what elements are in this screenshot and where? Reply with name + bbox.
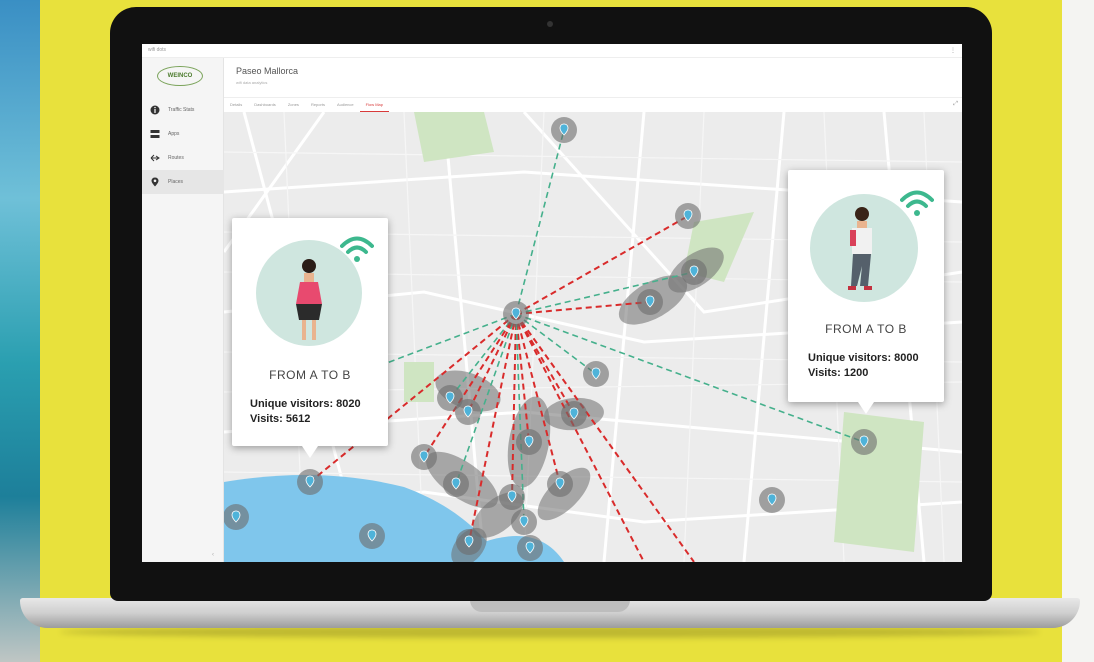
app-topbar: wifi dots ⋮ <box>142 44 962 58</box>
collapse-icon[interactable]: ‹ <box>212 552 214 558</box>
sidebar-item-apps[interactable]: Apps <box>142 122 224 146</box>
background-right <box>1062 0 1094 662</box>
zone-pin-icon <box>224 504 249 530</box>
wifi-icon <box>340 236 374 262</box>
zone-pin-icon <box>551 117 577 143</box>
sidebar-item-routes[interactable]: Routes <box>142 146 224 170</box>
zone-pin-icon <box>675 203 701 229</box>
popup-pointer <box>858 402 874 414</box>
tab-zones[interactable]: Zones <box>282 98 305 112</box>
background-sea <box>0 0 40 662</box>
zone-pin-icon <box>681 259 707 285</box>
popup-left: FROM A TO B Unique visitors: 8020 Visits… <box>232 218 388 458</box>
route-icon <box>150 153 160 163</box>
park-area <box>834 412 924 552</box>
visits-stat: Visits: 5612 <box>250 413 311 425</box>
sidebar: WEINCO Traffic Stats Apps Routes Places <box>142 58 224 562</box>
popup-pointer <box>302 446 318 458</box>
page-subtitle: wifi data analytics <box>236 80 268 85</box>
tab-bar: Details Dashboards Zones Reports Audienc… <box>224 98 962 112</box>
popup-right: FROM A TO B Unique visitors: 8000 Visits… <box>788 170 944 414</box>
pin-icon <box>150 177 160 187</box>
sidebar-item-traffic-stats[interactable]: Traffic Stats <box>142 98 224 122</box>
zone-pin-icon <box>443 471 469 497</box>
laptop-notch <box>470 600 630 612</box>
expand-icon[interactable]: ⤢ <box>953 101 958 108</box>
zone-pin-icon <box>503 301 529 327</box>
tab-audience[interactable]: Audience <box>331 98 360 112</box>
wifi-icon <box>900 190 934 216</box>
visits-stat: Visits: 1200 <box>808 367 869 379</box>
sidebar-item-label: Apps <box>168 131 180 137</box>
zone-pin-icon <box>851 429 877 455</box>
page-title: Paseo Mallorca <box>236 66 299 76</box>
popup-heading: FROM A TO B <box>825 322 907 336</box>
sidebar-item-places[interactable]: Places <box>142 170 224 194</box>
camera-icon <box>547 21 553 27</box>
park-area <box>404 362 434 402</box>
more-icon[interactable]: ⋮ <box>950 47 956 54</box>
sidebar-item-label: Routes <box>168 155 184 161</box>
zone-pin-icon <box>359 523 385 549</box>
sidebar-item-label: Places <box>168 179 184 185</box>
info-icon <box>150 105 160 115</box>
page-header: Paseo Mallorca wifi data analytics <box>224 58 962 98</box>
zone-pin-icon <box>411 444 437 470</box>
zone-pin-icon <box>455 399 481 425</box>
zone-pin-icon <box>583 361 609 387</box>
sidebar-item-label: Traffic Stats <box>168 107 195 113</box>
tab-details[interactable]: Details <box>224 98 248 112</box>
grid-icon <box>150 129 160 139</box>
zone-pin-icon <box>297 469 323 495</box>
topbar-label: wifi dots <box>148 47 167 53</box>
tab-reports[interactable]: Reports <box>305 98 331 112</box>
tab-flow-map[interactable]: Flow Map <box>359 98 389 112</box>
unique-visitors-stat: Unique visitors: 8020 <box>250 398 361 410</box>
zone-pin-icon <box>561 401 587 427</box>
zone-pin-icon <box>517 535 543 561</box>
zone-pin-icon <box>511 509 537 535</box>
zone-pin-icon <box>456 529 482 555</box>
zone-pin-icon <box>547 471 573 497</box>
zone-pin-icon <box>637 289 663 315</box>
zone-pin-icon <box>759 487 785 513</box>
unique-visitors-stat: Unique visitors: 8000 <box>808 352 919 364</box>
zone-pin-icon <box>516 429 542 455</box>
tab-dashboards[interactable]: Dashboards <box>248 98 282 112</box>
zone-pin-icon <box>499 484 525 510</box>
brand-logo[interactable]: WEINCO <box>157 66 203 86</box>
popup-heading: FROM A TO B <box>269 368 351 382</box>
